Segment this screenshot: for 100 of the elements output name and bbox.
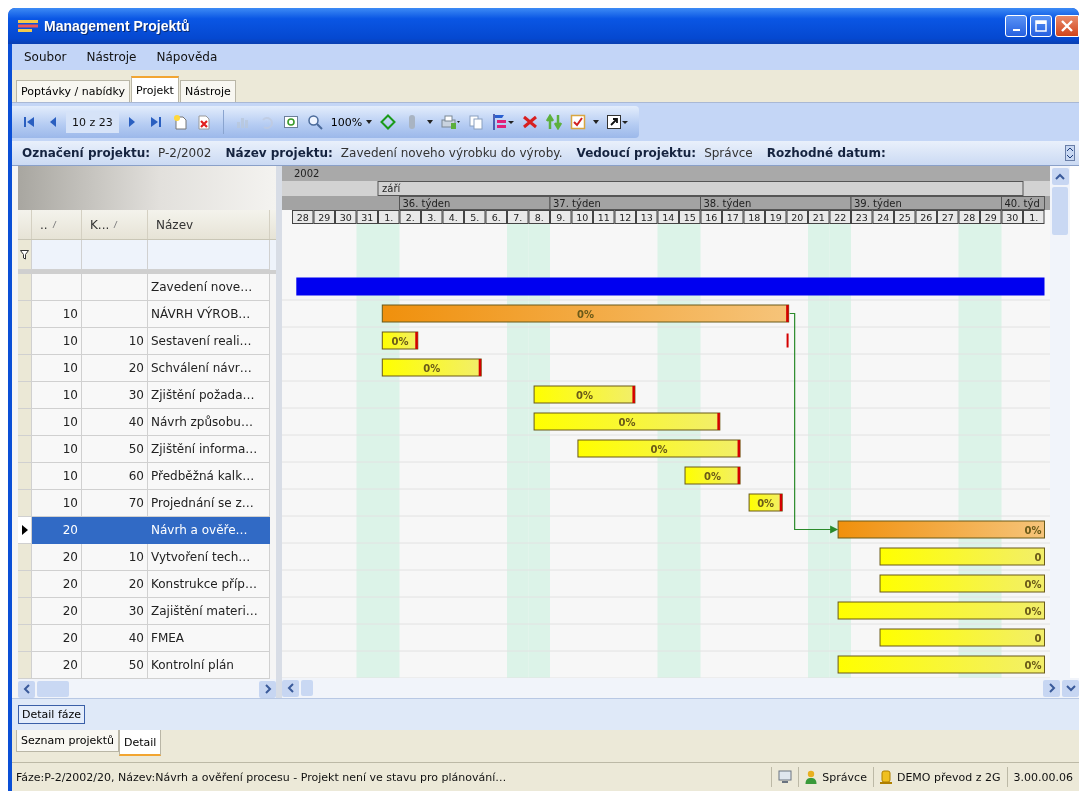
day-header: 4. (442, 210, 464, 224)
menu-item[interactable]: Soubor (20, 48, 71, 66)
window-title: Management Projektů (44, 18, 190, 34)
tab[interactable]: Poptávky / nabídky (16, 80, 130, 102)
table-cell: FMEA (151, 631, 185, 645)
task-bar[interactable]: 0% (381, 331, 419, 350)
field-value: P-2/2002 (158, 146, 212, 160)
close-button[interactable] (1055, 15, 1079, 37)
table-cell: 10 (62, 442, 78, 456)
deadline-marker (786, 333, 789, 348)
table-cell: 10 (128, 334, 144, 348)
table-row[interactable]: 20 50 Kontrolní plán (18, 652, 276, 679)
table-cell: Vytvoření tech… (151, 550, 251, 564)
column-header[interactable]: Název (148, 210, 270, 239)
day-header: 17 (722, 210, 744, 224)
arrow-box-icon (606, 114, 629, 130)
table-row[interactable]: 10 NÁVRH VÝROB… (18, 301, 276, 328)
table-cell: 20 (62, 523, 78, 537)
table-cell: Zjištění požada… (151, 388, 255, 402)
tab[interactable]: Seznam projektů (16, 730, 119, 752)
phase-bar[interactable]: 0% (837, 520, 1045, 539)
table-cell: 30 (128, 388, 144, 402)
table-cell: 50 (128, 442, 144, 456)
task-bar[interactable]: 0% (837, 601, 1045, 620)
search-icon (306, 114, 323, 130)
scroll-right-button[interactable] (1043, 679, 1060, 697)
task-bar[interactable]: 0% (577, 439, 741, 458)
scroll-right-button[interactable] (259, 680, 276, 698)
table-row[interactable]: 10 70 Projednání se z… (18, 490, 276, 517)
filter-cell[interactable] (82, 240, 148, 270)
menu-item[interactable]: Nástroje (82, 48, 141, 66)
table-cell: 10 (62, 415, 78, 429)
table-row[interactable]: 20 10 Vytvoření tech… (18, 544, 276, 571)
table-row[interactable]: 10 20 Schválení návr… (18, 355, 276, 382)
table-row[interactable]: 10 40 Návrh způsobu… (18, 409, 276, 436)
day-header: 18 (743, 210, 765, 224)
minimize-button[interactable] (1005, 15, 1027, 37)
table-row[interactable]: 20 30 Zajištění materi… (18, 598, 276, 625)
menu-item[interactable]: Nápověda (152, 48, 222, 66)
column-header[interactable]: K... (82, 210, 148, 239)
scroll-icon[interactable] (1065, 145, 1075, 161)
filter-cell[interactable] (18, 240, 32, 270)
table-cell: 20 (62, 658, 78, 672)
table-cell: Návrh a ověře… (151, 523, 248, 537)
scrollbar-thumb[interactable] (301, 680, 313, 696)
sort-icon (51, 220, 57, 229)
task-bar[interactable]: 0% (684, 466, 741, 485)
zoom-dropdown[interactable]: 100% (327, 109, 376, 135)
tab[interactable]: Nástroje (179, 80, 236, 102)
user-icon (805, 770, 818, 784)
task-bar[interactable]: 0% (879, 574, 1045, 593)
day-header: 5. (464, 210, 486, 224)
maximize-button[interactable] (1030, 15, 1052, 37)
table-cell: 20 (62, 577, 78, 591)
scrollbar-thumb[interactable] (1052, 187, 1068, 235)
maximize-icon (1035, 20, 1047, 32)
filter-cell[interactable] (32, 240, 82, 270)
day-header: 22 (829, 210, 851, 224)
table-row[interactable]: Zavedení nove… (18, 274, 276, 301)
table-cell: Konstrukce příp… (151, 577, 257, 591)
capsule-icon (407, 114, 418, 130)
scroll-down-button[interactable] (1062, 679, 1079, 697)
panel-tab[interactable]: Detail fáze (18, 705, 86, 724)
task-bar[interactable]: 0% (533, 412, 721, 431)
delete-document-icon (195, 114, 212, 130)
table-cell: 20 (62, 550, 78, 564)
table-row[interactable]: 20 20 Konstrukce příp… (18, 571, 276, 598)
table-cell: 20 (128, 577, 144, 591)
task-bar[interactable]: 0% (748, 493, 783, 512)
task-bar[interactable]: 0 (879, 628, 1045, 647)
scroll-left-button[interactable] (282, 679, 299, 697)
day-header: 23 (851, 210, 873, 224)
record-position-field[interactable]: 10 z 23 (66, 111, 119, 133)
table-cell: Zavedení nove… (151, 280, 253, 294)
tab[interactable]: Projekt (130, 76, 179, 102)
column-header[interactable]: .. (32, 210, 82, 239)
table-row[interactable]: 10 30 Zjištění požada… (18, 382, 276, 409)
table-row[interactable]: 10 50 Zjištění informa… (18, 436, 276, 463)
task-bar[interactable]: 0% (533, 385, 636, 404)
table-row[interactable]: 20 Návrh a ověře… (18, 517, 276, 544)
table-row[interactable]: 10 10 Sestavení reali… (18, 328, 276, 355)
table-cell: 60 (128, 469, 144, 483)
app-icon (18, 20, 38, 32)
table-row[interactable]: 20 40 FMEA (18, 625, 276, 652)
task-bar[interactable]: 0 (879, 547, 1045, 566)
close-icon (1060, 19, 1074, 33)
tab[interactable]: Detail (118, 730, 162, 756)
scrollbar-thumb[interactable] (37, 681, 69, 697)
scroll-left-button[interactable] (18, 680, 35, 698)
scroll-up-button[interactable] (1051, 168, 1069, 185)
task-bar[interactable]: 0% (837, 655, 1045, 674)
column-title: K... (90, 217, 110, 232)
filter-cell[interactable] (148, 240, 270, 270)
user-name: Správce (822, 770, 867, 784)
table-row[interactable]: 10 60 Předběžná kalk… (18, 463, 276, 490)
phase-bar[interactable]: 0% (381, 304, 790, 323)
computer-icon (778, 770, 793, 784)
table-cell: Předběžná kalk… (151, 469, 255, 483)
day-header: 12 (614, 210, 636, 224)
task-bar[interactable]: 0% (381, 358, 482, 377)
